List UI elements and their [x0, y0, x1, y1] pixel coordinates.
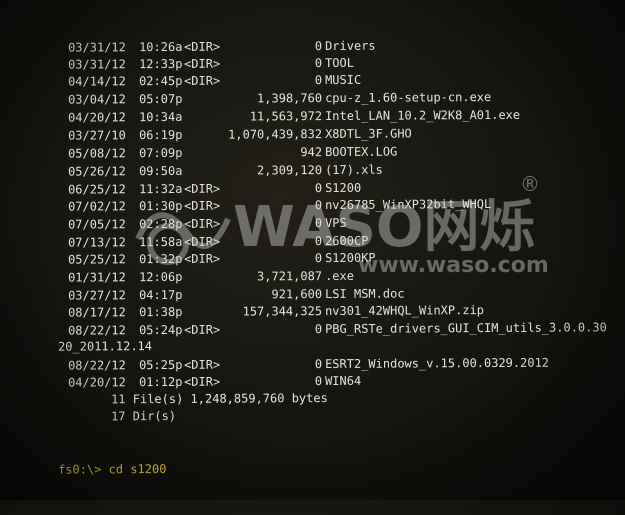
entry-name: S1200KP: [325, 250, 376, 266]
entry-size: 0: [314, 251, 323, 266]
entry-date: 03/27/12: [68, 288, 126, 303]
entry-size: 921,600: [271, 287, 323, 302]
entry-date: 05/08/12: [68, 146, 126, 161]
entry-name: X8DTL_3F.GHO: [325, 126, 412, 142]
watermark-registered-mark: ®: [520, 172, 540, 196]
entry-time: 12:33p: [139, 56, 183, 72]
dir-summary-text: 17 Dir(s): [111, 408, 177, 424]
dir-summary-line: 17 Dir(s): [0, 404, 625, 426]
entry-size: 942: [300, 145, 323, 160]
entry-time: 04:17p: [139, 287, 183, 303]
entry-name: (17).xls: [325, 162, 383, 178]
entry-size: 0: [314, 73, 323, 88]
entry-size: 0: [314, 56, 323, 71]
entry-name: cpu-z_1.60-setup-cn.exe: [325, 89, 492, 106]
entry-date: 03/04/12: [68, 92, 126, 107]
entry-time: 10:26a: [139, 39, 183, 55]
entry-size: 1,070,439,832: [228, 127, 323, 142]
entry-size: 0: [314, 39, 323, 54]
entry-time: 07:09p: [139, 145, 183, 161]
entry-size: 0: [314, 374, 323, 389]
wrapped-filename-line: 20_2011.12.14: [0, 334, 625, 356]
entry-date: 04/20/12: [68, 110, 126, 125]
entry-name: MUSIC: [325, 72, 362, 88]
entry-name: .exe: [325, 268, 354, 284]
entry-name: nv26785_WinXP32bit_WHQL: [325, 196, 492, 213]
entry-date: 06/25/12: [68, 182, 126, 197]
entry-date: 03/31/12: [68, 57, 126, 72]
entry-size: 157,344,325: [242, 304, 323, 319]
entry-date: 01/31/12: [68, 270, 126, 285]
efi-shell-screen: 03/31/12 10:26a <DIR> 0 Drivers 03/31/12…: [0, 0, 625, 500]
entry-name: 2600CP: [325, 233, 369, 249]
entry-time: 11:32a: [139, 181, 183, 197]
entry-time: 06:19p: [139, 127, 183, 143]
entry-size: 0: [314, 357, 323, 372]
entry-name: nv301_42WHQL_WinXP.zip: [325, 303, 485, 319]
entry-size: 0: [314, 234, 323, 249]
entry-date: 07/05/12: [68, 217, 126, 232]
entry-date: 07/02/12: [68, 199, 126, 214]
entry-size: 3,721,087: [256, 269, 323, 284]
entry-date: 08/17/12: [68, 305, 126, 320]
entry-name: WIN64: [325, 373, 362, 389]
entry-size: 0: [314, 216, 323, 231]
entry-time: 11:58a: [139, 234, 183, 250]
entry-date: 05/25/12: [68, 252, 126, 267]
entry-size: 0: [314, 198, 323, 213]
entry-size: 2,309,120: [256, 163, 323, 178]
entry-name: Drivers: [325, 38, 376, 54]
entry-time: 05:25p: [139, 357, 183, 373]
entry-time: 01:38p: [139, 304, 183, 320]
entry-time: 09:50a: [139, 163, 183, 179]
entry-name: LSI MSM.doc: [325, 286, 405, 302]
entry-name: TOOL: [325, 55, 354, 71]
entry-time: 01:12p: [139, 374, 183, 390]
entry-size: 1,398,760: [256, 91, 323, 106]
entry-time: 05:07p: [139, 91, 183, 107]
entry-time: 12:06p: [139, 269, 183, 285]
entry-time: 02:28p: [139, 216, 183, 232]
wrapped-filename-text: 20_2011.12.14: [58, 339, 153, 354]
entry-time: 10:34a: [139, 109, 183, 125]
entry-date: 04/20/12: [68, 375, 126, 390]
shell-prompt-text[interactable]: fs0:\> cd s1200: [58, 460, 166, 479]
entry-time: 01:32p: [139, 251, 183, 267]
entry-size: 11,563,972: [249, 109, 323, 124]
entry-date: 07/13/12: [68, 235, 126, 250]
entry-date: 08/22/12: [68, 358, 126, 373]
entry-date: 05/26/12: [68, 164, 126, 179]
entry-name: Intel_LAN_10.2_W2K8_A01.exe: [325, 107, 521, 124]
shell-prompt-line[interactable]: fs0:\> cd s1200: [0, 457, 625, 479]
entry-date: 03/31/12: [68, 40, 126, 55]
entry-name: VPS: [325, 215, 347, 231]
entry-date: 04/14/12: [68, 74, 126, 89]
entry-size: 0: [314, 181, 323, 196]
entry-name: BOOTEX.LOG: [325, 144, 398, 160]
entry-time: 01:30p: [139, 198, 183, 214]
entry-time: 02:45p: [139, 73, 183, 89]
entry-date: 03/27/10: [68, 128, 126, 143]
entry-name: S1200: [325, 180, 362, 196]
